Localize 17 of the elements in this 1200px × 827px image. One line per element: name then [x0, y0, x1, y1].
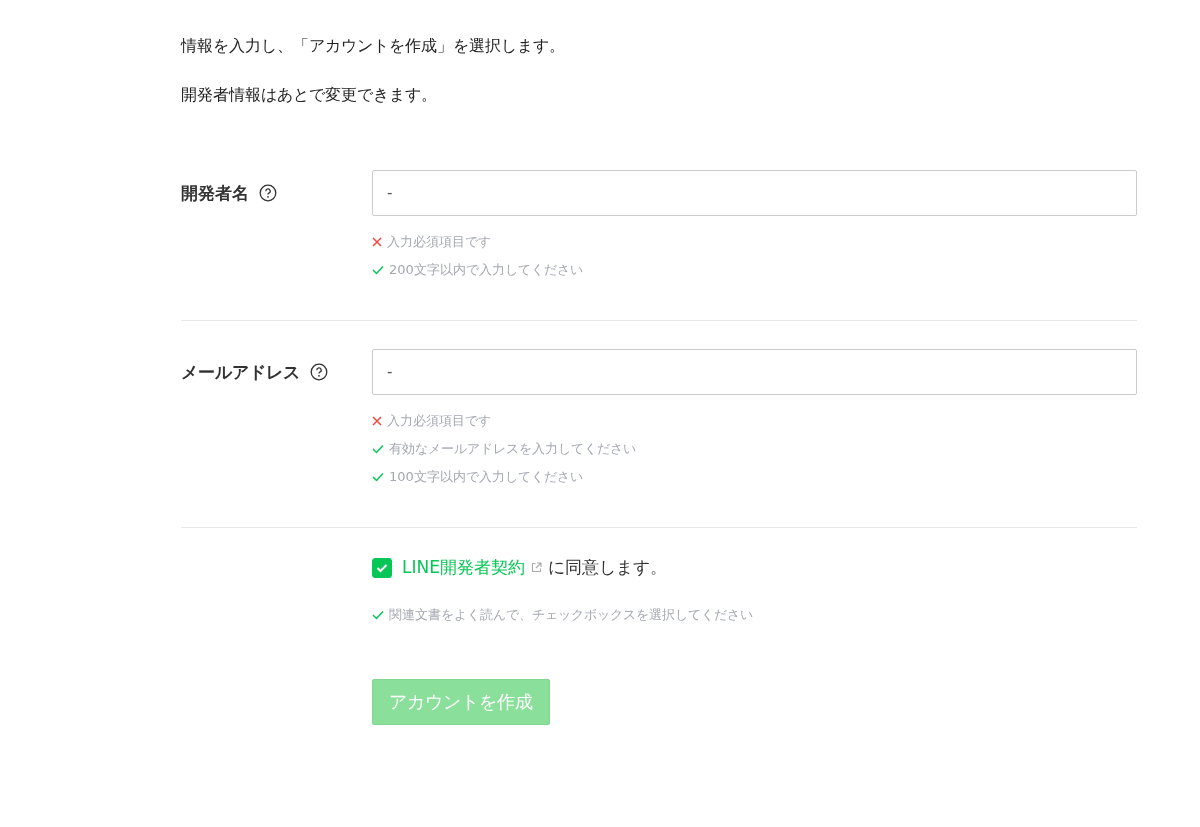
text-field[interactable]: - [372, 349, 1137, 395]
intro-text: 情報を入力し、「アカウントを作成」を選択します。 [181, 35, 566, 57]
validation-message: 入力必須項目です [387, 412, 491, 430]
field-label: メールアドレス [181, 360, 300, 384]
validation-message: 関連文書をよく読んで、チェックボックスを選択してください [389, 606, 753, 624]
help-icon[interactable] [310, 363, 328, 381]
agreement-text: に同意します。 [547, 556, 667, 579]
validation-message: 入力必須項目です [387, 233, 491, 251]
validation-message: 200文字以内で入力してください [389, 261, 583, 279]
intro-text: 開発者情報はあとで変更できます。 [181, 84, 438, 106]
help-icon[interactable] [259, 184, 277, 202]
field-label: 開発者名 [181, 181, 249, 205]
text-field[interactable]: - [372, 170, 1137, 216]
validation-message: 有効なメールアドレスを入力してください [389, 440, 636, 458]
checkbox[interactable] [372, 557, 392, 578]
validation-message: 100文字以内で入力してください [389, 468, 583, 486]
checkmark-icon [376, 562, 388, 573]
